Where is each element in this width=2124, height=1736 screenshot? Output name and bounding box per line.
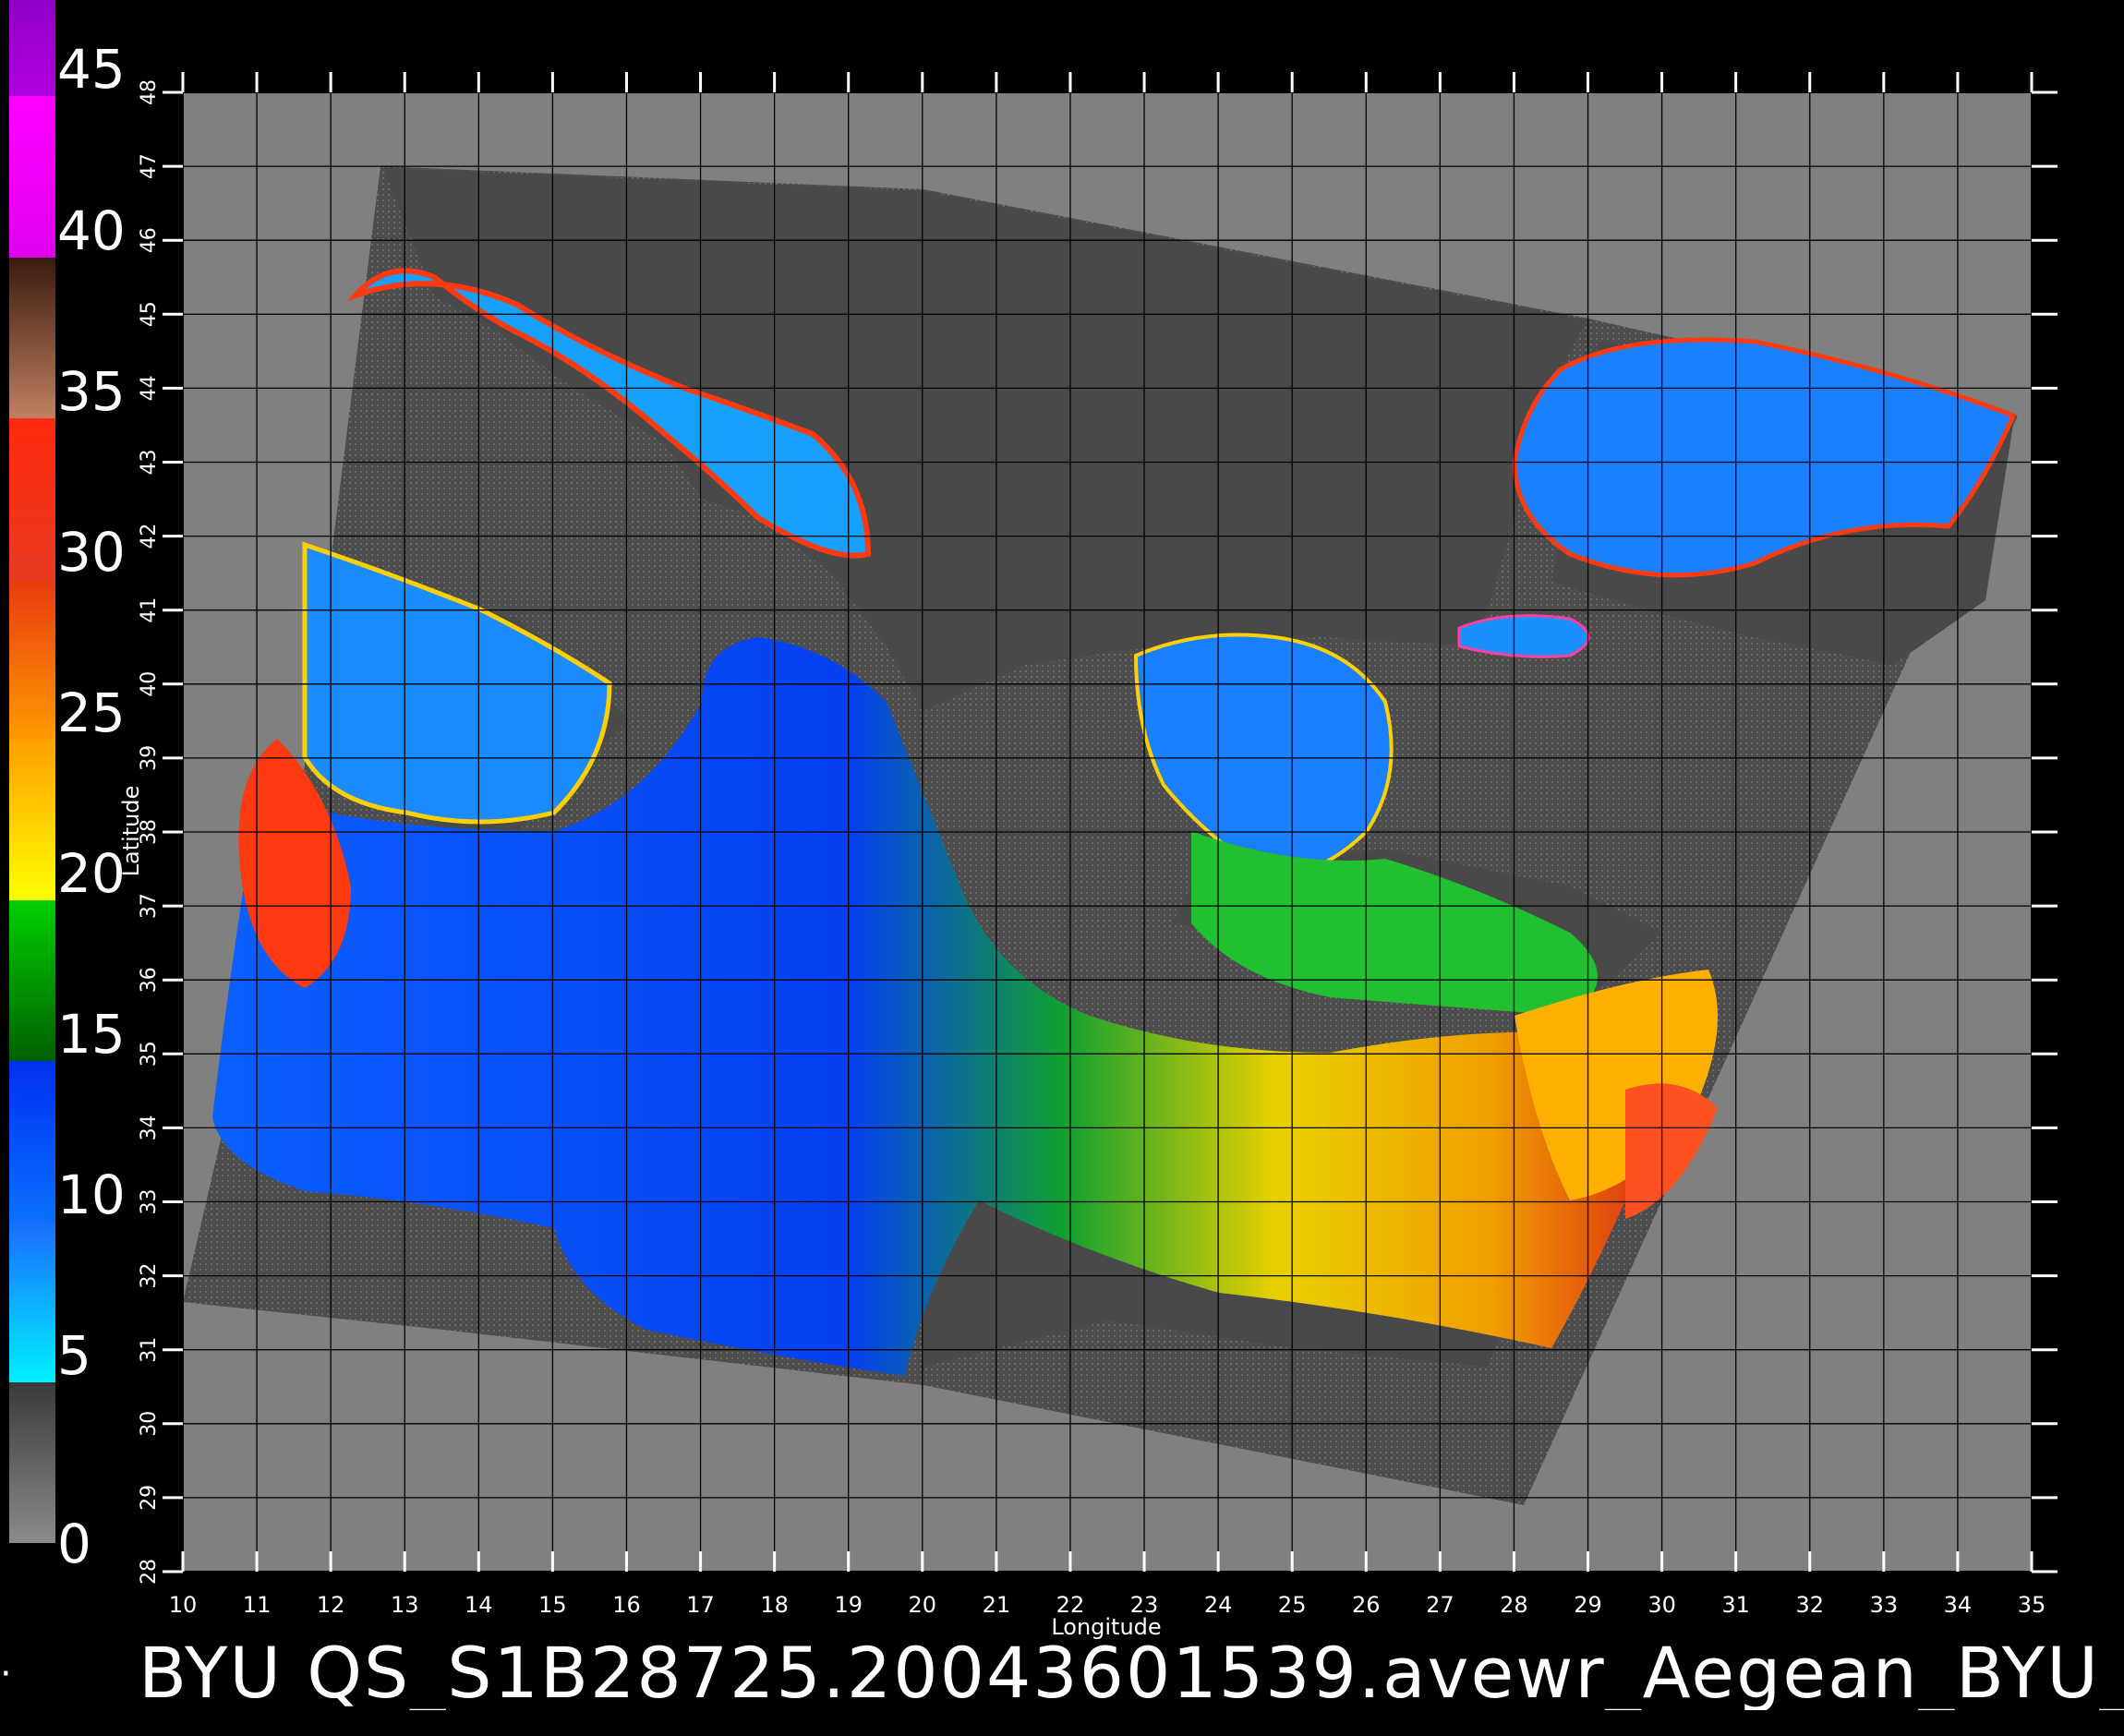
lat-tick-label: 33 bbox=[138, 1189, 161, 1215]
lon-tick-label: 30 bbox=[1647, 1592, 1676, 1618]
lat-lon-grid bbox=[182, 91, 2033, 1573]
lat-tick-label: 47 bbox=[138, 153, 161, 179]
lon-tick-label: 20 bbox=[909, 1592, 937, 1618]
lon-tick-label: 17 bbox=[686, 1592, 715, 1618]
lat-tick-label: 42 bbox=[138, 524, 161, 549]
lon-tick-label: 33 bbox=[1870, 1592, 1899, 1618]
lat-tick-label: 45 bbox=[138, 301, 161, 327]
lat-tick-label: 41 bbox=[138, 597, 161, 623]
wind-map: 10 11 12 13 14 15 16 17 18 19 20 21 22 23 24 25 26 27 28 29… bbox=[118, 72, 2058, 1640]
lat-tick-label: 37 bbox=[138, 893, 161, 919]
footer-filename: BYU QS_S1B28725.20043601539.avewr_Aegean… bbox=[139, 1636, 2124, 1710]
lon-tick-label: 34 bbox=[1944, 1592, 1973, 1618]
lon-tick-label: 15 bbox=[538, 1592, 567, 1618]
lon-tick-label: 12 bbox=[317, 1592, 345, 1618]
lat-tick-label: 36 bbox=[138, 967, 161, 993]
lon-tick-label: 24 bbox=[1204, 1592, 1233, 1618]
lat-tick-label: 40 bbox=[138, 671, 161, 697]
lon-tick-label: 28 bbox=[1500, 1592, 1528, 1618]
lat-tick-label: 28 bbox=[138, 1559, 161, 1585]
lat-tick-label: 48 bbox=[138, 79, 161, 105]
lat-tick-label: 30 bbox=[138, 1411, 161, 1437]
lat-tick-label: 31 bbox=[138, 1337, 161, 1363]
lat-tick-label: 34 bbox=[138, 1115, 161, 1140]
lat-tick-label: 43 bbox=[138, 450, 161, 476]
lat-tick-label: 39 bbox=[138, 745, 161, 771]
lon-tick-label: 19 bbox=[834, 1592, 863, 1618]
lon-tick-label: 21 bbox=[983, 1592, 1011, 1618]
lon-tick-label: 27 bbox=[1426, 1592, 1454, 1618]
lon-tick-label: 13 bbox=[391, 1592, 419, 1618]
lat-tick-label: 35 bbox=[138, 1041, 161, 1067]
wind-speed-map-figure: 0 5 10 15 20 25 30 35 40 45 10 11 12 13 … bbox=[0, 0, 2124, 1736]
lon-tick-label: 35 bbox=[2018, 1592, 2046, 1618]
lon-tick-label: 29 bbox=[1574, 1592, 1602, 1618]
lon-tick-label: 26 bbox=[1352, 1592, 1381, 1618]
lon-tick-label: 11 bbox=[243, 1592, 272, 1618]
lat-tick-label: 46 bbox=[138, 227, 161, 253]
lon-tick-label: 31 bbox=[1721, 1592, 1750, 1618]
footer-marker: · bbox=[0, 1653, 12, 1695]
lon-tick-label: 10 bbox=[169, 1592, 198, 1618]
lat-tick-label: 44 bbox=[138, 375, 161, 401]
lon-tick-label: 25 bbox=[1278, 1592, 1307, 1618]
lat-tick-label: 32 bbox=[138, 1263, 161, 1289]
y-axis-label: Latitude bbox=[118, 786, 144, 877]
lat-tick-label: 29 bbox=[138, 1485, 161, 1511]
lon-tick-label: 16 bbox=[612, 1592, 641, 1618]
lon-tick-label: 32 bbox=[1795, 1592, 1824, 1618]
lon-tick-label: 18 bbox=[760, 1592, 789, 1618]
lon-tick-label: 14 bbox=[465, 1592, 493, 1618]
